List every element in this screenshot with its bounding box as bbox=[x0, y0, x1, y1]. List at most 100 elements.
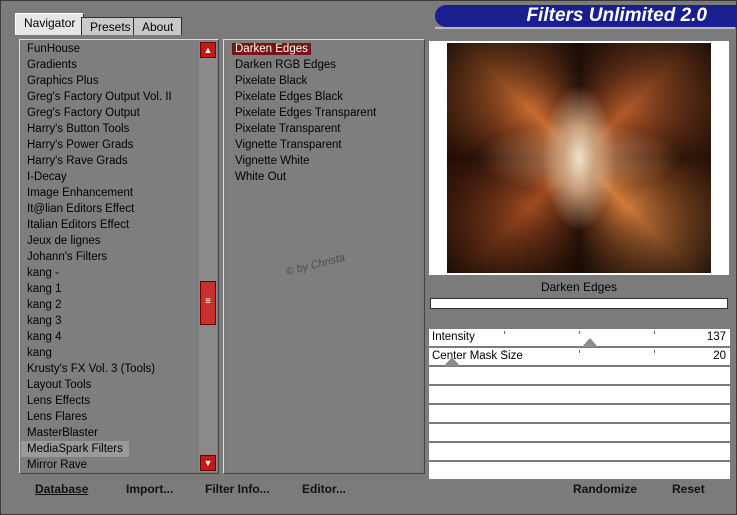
category-label: kang bbox=[27, 347, 52, 359]
category-item[interactable]: kang 1 bbox=[21, 281, 199, 297]
filter-label: Pixelate Edges Transparent bbox=[235, 107, 377, 119]
tab-about[interactable]: About bbox=[133, 17, 183, 35]
category-item[interactable]: FunHouse bbox=[21, 41, 199, 57]
slider-panel: Intensity 137 Center Mask Size 20 bbox=[429, 329, 730, 481]
filter-item[interactable]: Vignette White bbox=[225, 153, 423, 169]
category-item[interactable]: Greg's Factory Output Vol. II bbox=[21, 89, 199, 105]
scroll-thumb[interactable]: ≡ bbox=[200, 281, 216, 325]
category-item[interactable]: Krusty's FX Vol. 3 (Tools) bbox=[21, 361, 199, 377]
randomize-button[interactable]: Randomize bbox=[573, 482, 637, 496]
slider-empty bbox=[429, 367, 730, 385]
filter-item[interactable]: White Out bbox=[225, 169, 423, 185]
reset-button[interactable]: Reset bbox=[672, 482, 705, 496]
category-label: Graphics Plus bbox=[27, 75, 99, 87]
import-button[interactable]: Import... bbox=[126, 482, 173, 496]
slider-tick bbox=[654, 350, 655, 353]
category-label: Mirror Rave bbox=[27, 459, 88, 471]
filter-label: Vignette Transparent bbox=[235, 139, 342, 151]
category-label: MasterBlaster bbox=[27, 427, 98, 439]
category-item[interactable]: Italian Editors Effect bbox=[21, 217, 199, 233]
brand-banner: Filters Unlimited 2.0 bbox=[435, 5, 737, 27]
slider-tick bbox=[504, 350, 505, 353]
slider-tick bbox=[579, 350, 580, 353]
scroll-up-icon[interactable]: ▲ bbox=[200, 42, 216, 58]
filter-item[interactable]: Pixelate Transparent bbox=[225, 121, 423, 137]
category-item[interactable]: Gradients bbox=[21, 57, 199, 73]
filters-unlimited-window: Navigator Presets About Filters Unlimite… bbox=[0, 0, 737, 515]
category-label: Image Enhancement bbox=[27, 187, 134, 199]
database-button[interactable]: Database bbox=[35, 482, 88, 496]
category-item[interactable]: Harry's Power Grads bbox=[21, 137, 199, 153]
category-label: I-Decay bbox=[27, 171, 67, 183]
scroll-down-icon[interactable]: ▼ bbox=[200, 455, 216, 471]
category-label: MediaSpark Filters bbox=[21, 441, 129, 457]
tab-navigator[interactable]: Navigator bbox=[15, 13, 85, 35]
category-scrollbar[interactable]: ▲ ≡ ▼ bbox=[199, 41, 217, 472]
category-label: Harry's Rave Grads bbox=[27, 155, 128, 167]
category-item[interactable]: Layout Tools bbox=[21, 377, 199, 393]
category-item[interactable]: Lens Effects bbox=[21, 393, 199, 409]
filter-item[interactable]: Darken Edges bbox=[225, 41, 423, 57]
slider-intensity[interactable]: Intensity 137 bbox=[429, 329, 730, 347]
category-item[interactable]: kang 3 bbox=[21, 313, 199, 329]
preview-frame bbox=[429, 41, 729, 275]
category-label: kang 2 bbox=[27, 299, 62, 311]
category-label: Harry's Button Tools bbox=[27, 123, 130, 135]
category-label: Krusty's FX Vol. 3 (Tools) bbox=[27, 363, 156, 375]
category-label: Italian Editors Effect bbox=[27, 219, 130, 231]
filter-label: Pixelate Black bbox=[235, 75, 308, 87]
category-label: kang - bbox=[27, 267, 59, 279]
category-item[interactable]: Johann's Filters bbox=[21, 249, 199, 265]
category-item[interactable]: MediaSpark Filters bbox=[21, 441, 199, 457]
filter-label: Pixelate Edges Black bbox=[235, 91, 344, 103]
category-label: Harry's Power Grads bbox=[27, 139, 134, 151]
category-item[interactable]: It@lian Editors Effect bbox=[21, 201, 199, 217]
filter-item[interactable]: Pixelate Edges Black bbox=[225, 89, 423, 105]
slider-thumb[interactable] bbox=[582, 338, 599, 347]
category-label: kang 1 bbox=[27, 283, 62, 295]
category-item[interactable]: MasterBlaster bbox=[21, 425, 199, 441]
slider-value: 20 bbox=[713, 350, 726, 362]
category-item[interactable]: Jeux de lignes bbox=[21, 233, 199, 249]
category-item[interactable]: Lens Flares bbox=[21, 409, 199, 425]
filter-item[interactable]: Vignette Transparent bbox=[225, 137, 423, 153]
category-label: kang 4 bbox=[27, 331, 62, 343]
slider-center-mask-size[interactable]: Center Mask Size 20 bbox=[429, 348, 730, 366]
category-label: Lens Flares bbox=[27, 411, 88, 423]
category-item[interactable]: I-Decay bbox=[21, 169, 199, 185]
filter-item[interactable]: Darken RGB Edges bbox=[225, 57, 423, 73]
category-item[interactable]: Graphics Plus bbox=[21, 73, 199, 89]
category-label: Lens Effects bbox=[27, 395, 91, 407]
slider-thumb[interactable] bbox=[444, 357, 461, 366]
filter-label: White Out bbox=[235, 171, 287, 183]
tab-presets[interactable]: Presets bbox=[81, 17, 140, 35]
editor-button[interactable]: Editor... bbox=[302, 482, 346, 496]
filter-label: Pixelate Transparent bbox=[235, 123, 341, 135]
category-item[interactable]: kang - bbox=[21, 265, 199, 281]
category-item[interactable]: Harry's Rave Grads bbox=[21, 153, 199, 169]
category-item[interactable]: Mirror Rave bbox=[21, 457, 199, 472]
category-item[interactable]: Image Enhancement bbox=[21, 185, 199, 201]
category-list[interactable]: FunHouse Gradients Graphics Plus Greg's Fac… bbox=[21, 41, 199, 472]
slider-tick bbox=[654, 331, 655, 334]
category-item[interactable]: kang 2 bbox=[21, 297, 199, 313]
slider-empty bbox=[429, 405, 730, 423]
category-item[interactable]: kang 4 bbox=[21, 329, 199, 345]
category-label: kang 3 bbox=[27, 315, 62, 327]
slider-empty bbox=[429, 424, 730, 442]
slider-empty bbox=[429, 443, 730, 461]
category-label: Gradients bbox=[27, 59, 77, 71]
category-item[interactable]: kang bbox=[21, 345, 199, 361]
brand-title: Filters Unlimited 2.0 bbox=[526, 5, 707, 26]
slider-tick bbox=[504, 331, 505, 334]
preview-image bbox=[447, 43, 711, 273]
progress-bar bbox=[430, 298, 728, 309]
slider-label: Intensity bbox=[432, 331, 475, 343]
filter-item[interactable]: Pixelate Edges Transparent bbox=[225, 105, 423, 121]
category-item[interactable]: Harry's Button Tools bbox=[21, 121, 199, 137]
filter-info-button[interactable]: Filter Info... bbox=[205, 482, 270, 496]
filter-item[interactable]: Pixelate Black bbox=[225, 73, 423, 89]
category-label: Greg's Factory Output bbox=[27, 107, 140, 119]
slider-tick bbox=[579, 331, 580, 334]
category-item[interactable]: Greg's Factory Output bbox=[21, 105, 199, 121]
